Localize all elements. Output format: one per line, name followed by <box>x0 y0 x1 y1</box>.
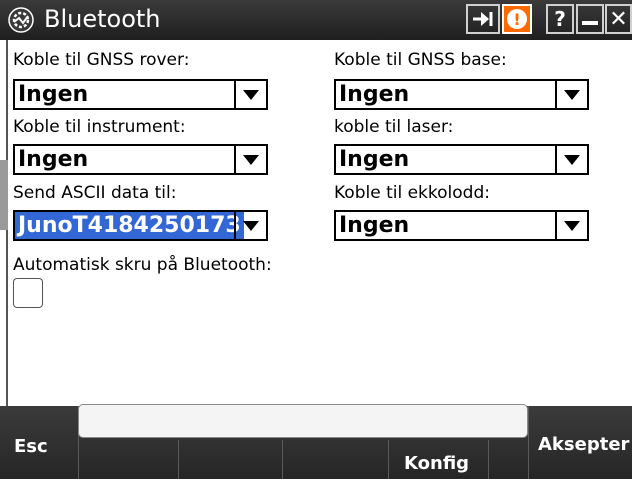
help-button[interactable]: ? <box>546 4 574 34</box>
chevron-down-icon <box>564 89 580 100</box>
minimize-icon <box>582 21 598 25</box>
minimize-button[interactable] <box>576 4 604 34</box>
ascii-label: Send ASCII data til: <box>13 183 177 203</box>
ascii-dropdown[interactable]: JunoT4184250173 <box>13 210 268 241</box>
gnss-base-label: Koble til GNSS base: <box>334 50 507 70</box>
accept-button[interactable]: Aksepter <box>538 434 629 455</box>
dropdown-arrow-button[interactable] <box>234 146 266 173</box>
title-bar: Bluetooth ! ? ✕ <box>0 0 632 40</box>
instrument-label: Koble til instrument: <box>13 117 186 137</box>
esc-button[interactable]: Esc <box>14 436 48 457</box>
instrument-dropdown[interactable]: Ingen <box>13 144 268 175</box>
bluetooth-settings-icon[interactable] <box>8 7 34 33</box>
divider <box>528 406 529 479</box>
chevron-down-icon <box>564 220 580 231</box>
gnss-rover-value: Ingen <box>18 82 89 107</box>
dropdown-arrow-button[interactable] <box>555 146 587 173</box>
gnss-rover-label: Koble til GNSS rover: <box>13 50 190 70</box>
window-title: Bluetooth <box>44 5 161 33</box>
softkey-empty-1[interactable] <box>78 440 178 479</box>
auto-bluetooth-checkbox[interactable] <box>13 278 43 308</box>
gnss-rover-dropdown[interactable]: Ingen <box>13 79 268 110</box>
chevron-down-icon <box>243 220 259 231</box>
echosounder-label: Koble til ekkolodd: <box>334 183 490 203</box>
dropdown-arrow-button[interactable] <box>234 212 266 239</box>
laser-label: koble til laser: <box>334 117 454 137</box>
dropdown-arrow-button[interactable] <box>555 212 587 239</box>
connect-button[interactable] <box>466 4 500 34</box>
chevron-down-icon <box>243 154 259 165</box>
softkey-empty-2[interactable] <box>178 440 282 479</box>
konfig-button[interactable]: Konfig <box>404 453 469 474</box>
scroll-marker <box>0 160 8 230</box>
gnss-base-value: Ingen <box>339 82 410 107</box>
warning-icon: ! <box>507 9 527 29</box>
softkey-empty-4[interactable] <box>488 440 528 479</box>
status-input-bar[interactable] <box>78 404 528 438</box>
laser-dropdown[interactable]: Ingen <box>334 144 589 175</box>
ascii-value: JunoT4184250173 <box>15 212 244 239</box>
bluetooth-screen: Bluetooth ! ? ✕ Koble til GNSS rover: In… <box>0 0 632 479</box>
chevron-down-icon <box>243 89 259 100</box>
warning-button[interactable]: ! <box>502 4 532 34</box>
connect-arrow-icon <box>473 12 493 26</box>
echosounder-dropdown[interactable]: Ingen <box>334 210 589 241</box>
close-button[interactable]: ✕ <box>605 4 632 34</box>
instrument-value: Ingen <box>18 147 89 172</box>
laser-value: Ingen <box>339 147 410 172</box>
gnss-base-dropdown[interactable]: Ingen <box>334 79 589 110</box>
chevron-down-icon <box>564 154 580 165</box>
echosounder-value: Ingen <box>339 213 410 238</box>
softkey-empty-3[interactable] <box>282 440 388 479</box>
dropdown-arrow-button[interactable] <box>234 81 266 108</box>
auto-bluetooth-label: Automatisk skru på Bluetooth: <box>13 255 272 275</box>
dropdown-arrow-button[interactable] <box>555 81 587 108</box>
